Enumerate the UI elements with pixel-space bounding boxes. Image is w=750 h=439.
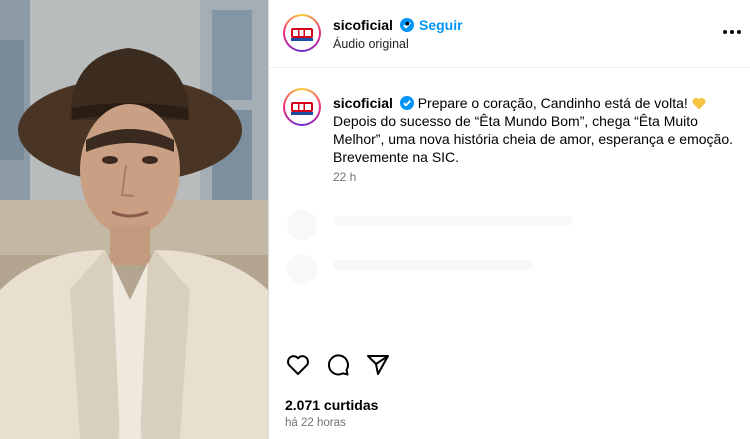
comment-placeholder: [333, 260, 533, 270]
caption-time: 22 h: [333, 170, 357, 184]
profile-avatar[interactable]: [283, 14, 321, 52]
post-timestamp: há 22 horas: [285, 417, 346, 429]
likes-count[interactable]: 2.071 curtidas: [285, 397, 378, 413]
follow-button[interactable]: Seguir: [419, 17, 463, 33]
caption-line2: Depois do sucesso de “Êta Mundo Bom”, ch…: [333, 113, 733, 165]
more-options-icon[interactable]: [721, 22, 743, 42]
post-username[interactable]: sicoficial: [333, 17, 414, 33]
comment-icon[interactable]: [325, 352, 351, 378]
comment-avatar-placeholder: [287, 210, 317, 240]
sic-logo-icon: [287, 18, 317, 48]
action-bar: [269, 352, 750, 386]
post-header: sicoficial • Seguir Áudio original: [269, 0, 750, 68]
heart-icon[interactable]: [285, 352, 311, 378]
caption-username[interactable]: sicoficial: [333, 95, 393, 111]
comment-avatar-placeholder: [287, 254, 317, 284]
caption-avatar[interactable]: [283, 88, 321, 126]
post-panel: sicoficial • Seguir Áudio original sicof…: [268, 0, 750, 439]
verified-badge-icon: [399, 96, 414, 110]
comment-placeholder: [333, 216, 573, 226]
username-text[interactable]: sicoficial: [333, 17, 393, 33]
caption-line1: Prepare o coração, Candinho está de volt…: [417, 95, 688, 111]
sic-logo-icon: [287, 92, 317, 122]
separator-dot: •: [405, 15, 410, 31]
yellow-heart-icon: [692, 97, 706, 110]
post-media[interactable]: [0, 0, 268, 439]
media-image: [0, 0, 268, 439]
caption-text: sicoficial Prepare o coração, Candinho e…: [333, 94, 745, 166]
audio-link[interactable]: Áudio original: [333, 37, 409, 51]
share-icon[interactable]: [365, 352, 391, 378]
caption-section: sicoficial Prepare o coração, Candinho e…: [269, 70, 750, 310]
